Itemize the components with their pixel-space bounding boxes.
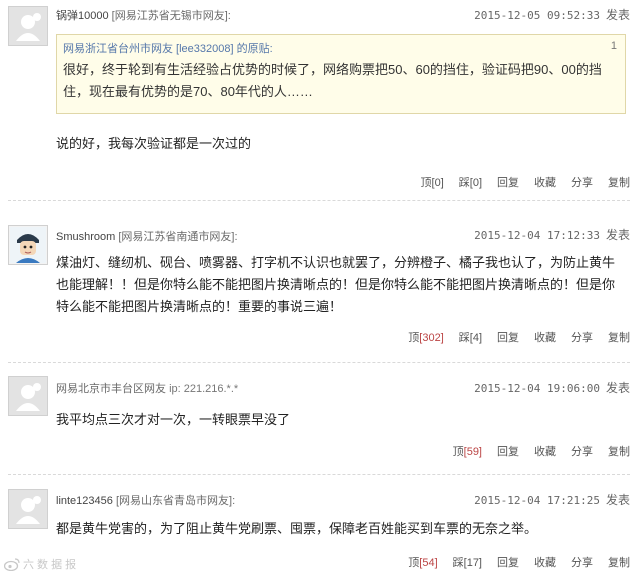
comment-time: 2015-12-04 17:21:25 发表 (474, 491, 630, 508)
comment-actions: 顶[59] 回复 收藏 分享 复制 (438, 443, 630, 459)
timestamp: 2015-12-04 19:06:00 (474, 382, 600, 395)
upvote-button[interactable]: 顶[54] (408, 557, 437, 569)
watermark: 六 数 据 报 (4, 556, 76, 572)
upvote-button[interactable]: 顶[59] (453, 446, 482, 458)
mushroom-avatar-icon[interactable] (8, 225, 48, 265)
favorite-button[interactable]: 收藏 (534, 446, 556, 458)
downvote-button[interactable]: 踩[17] (453, 557, 482, 569)
comment-text: 煤油灯、缝纫机、砚台、喷雾器、打字机不认识也就罢了，分辨橙子、橘子我也认了，为防… (56, 255, 616, 314)
user-ip: ip: 221.216.*.* (169, 383, 239, 395)
timestamp: 2015-12-04 17:21:25 (474, 494, 600, 507)
quote-floor-number: 1 (610, 40, 617, 52)
quote-header[interactable]: 网易浙江省台州市网友 [lee332008] 的原贴: (63, 40, 273, 56)
comment-meta: Smushroom [网易江苏省南通市网友]: (56, 228, 238, 244)
comment-time: 2015-12-04 19:06:00 发表 (474, 379, 630, 396)
upvote-button[interactable]: 顶[302] (408, 332, 443, 344)
comment-time: 2015-12-04 17:12:33 发表 (474, 226, 630, 243)
share-button[interactable]: 分享 (571, 446, 593, 458)
copy-button[interactable]: 复制 (608, 332, 630, 344)
comment-actions: 顶[302] 踩[4] 回复 收藏 分享 复制 (393, 329, 630, 345)
timestamp: 2015-12-04 17:12:33 (474, 229, 600, 242)
quoted-post: 网易浙江省台州市网友 [lee332008] 的原贴: 1 很好，终于轮到有生活… (56, 34, 626, 114)
comment-actions: 顶[0] 踩[0] 回复 收藏 分享 复制 (406, 174, 630, 190)
username[interactable]: linte123456 (56, 495, 113, 507)
default-avatar-icon[interactable] (8, 489, 48, 529)
weibo-icon (4, 557, 20, 571)
comment-item: 锅弹10000 [网易江苏省无锡市网友]: 2015-12-05 09:52:3… (0, 0, 638, 195)
user-location: [网易江苏省南通市网友]: (118, 231, 238, 243)
copy-button[interactable]: 复制 (608, 446, 630, 458)
default-avatar-icon[interactable] (8, 376, 48, 416)
comment-item: 网易北京市丰台区网友 ip: 221.216.*.* 2015-12-04 19… (0, 372, 638, 472)
comment-actions: 顶[54] 踩[17] 回复 收藏 分享 复制 (393, 554, 630, 570)
comment-meta: 网易北京市丰台区网友 ip: 221.216.*.* (56, 380, 238, 396)
comment-text: 说的好，我每次验证都是一次过的 (56, 136, 252, 151)
username[interactable]: 锅弹10000 (56, 10, 109, 22)
username[interactable]: Smushroom (56, 231, 115, 243)
favorite-button[interactable]: 收藏 (534, 557, 556, 569)
username[interactable]: 网易北京市丰台区网友 (56, 383, 166, 395)
publish-label: 发表 (605, 381, 630, 395)
reply-button[interactable]: 回复 (497, 332, 519, 344)
user-location: [网易山东省青岛市网友]: (115, 495, 236, 507)
comment-time: 2015-12-05 09:52:33 发表 (474, 6, 630, 23)
comment-text: 我平均点三次才对一次，一转眼票早没了 (56, 412, 291, 427)
reply-button[interactable]: 回复 (497, 177, 519, 189)
comment-item: Smushroom [网易江苏省南通市网友]: 2015-12-04 17:12… (0, 215, 638, 365)
comment-divider (8, 474, 630, 475)
share-button[interactable]: 分享 (571, 557, 593, 569)
comment-meta: 锅弹10000 [网易江苏省无锡市网友]: (56, 7, 231, 23)
comment-item: linte123456 [网易山东省青岛市网友]: 2015-12-04 17:… (0, 484, 638, 575)
reply-button[interactable]: 回复 (497, 446, 519, 458)
comment-divider (8, 200, 630, 201)
publish-label: 发表 (605, 228, 630, 242)
publish-label: 发表 (605, 493, 630, 507)
comment-divider (8, 362, 630, 363)
reply-button[interactable]: 回复 (497, 557, 519, 569)
copy-button[interactable]: 复制 (608, 177, 630, 189)
share-button[interactable]: 分享 (571, 177, 593, 189)
downvote-button[interactable]: 踩[0] (459, 177, 482, 189)
quote-text: 很好，终于轮到有生活经验占优势的时候了，网络购票把50、60的挡住，验证码把90… (63, 62, 602, 99)
downvote-button[interactable]: 踩[4] (459, 332, 482, 344)
user-location: [网易江苏省无锡市网友]: (111, 10, 231, 22)
timestamp: 2015-12-05 09:52:33 (474, 9, 600, 22)
publish-label: 发表 (605, 8, 630, 22)
default-avatar-icon[interactable] (8, 6, 48, 46)
share-button[interactable]: 分享 (571, 332, 593, 344)
favorite-button[interactable]: 收藏 (534, 332, 556, 344)
favorite-button[interactable]: 收藏 (534, 177, 556, 189)
watermark-text: 六 数 据 报 (23, 559, 77, 571)
comment-text: 都是黄牛党害的，为了阻止黄牛党刷票、囤票，保障老百姓能买到车票的无奈之举。 (56, 521, 538, 536)
comment-meta: linte123456 [网易山东省青岛市网友]: (56, 492, 235, 508)
upvote-button[interactable]: 顶[0] (421, 177, 444, 189)
copy-button[interactable]: 复制 (608, 557, 630, 569)
